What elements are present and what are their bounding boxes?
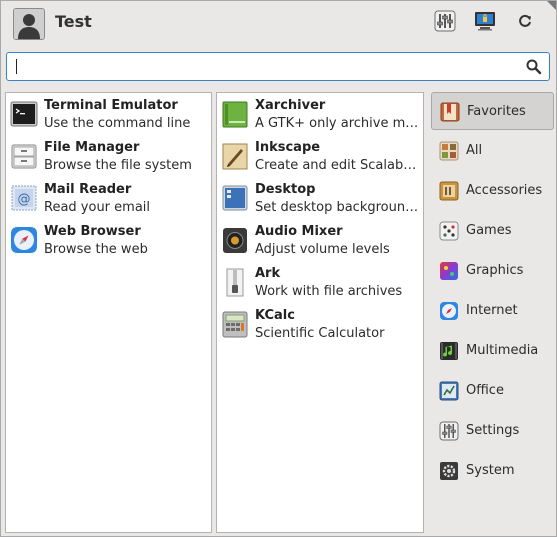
search-field[interactable] [6,52,550,81]
dice-icon [438,220,460,242]
sliders-icon [438,420,460,442]
menu-header: Test [1,1,556,47]
list-item[interactable]: Desktop Set desktop background and menu [217,179,423,219]
desktop-icon [220,183,250,213]
category-games[interactable]: Games [431,212,554,250]
list-item[interactable]: Inkscape Create and edit Scalable Vector… [217,137,423,177]
app-name: Terminal Emulator [44,98,178,113]
power-refresh-icon [517,13,533,33]
app-description: Work with file archives [255,284,403,299]
app-name: KCalc [255,308,295,323]
list-item[interactable]: Web Browser Browse the web [6,221,211,261]
category-label: Internet [466,303,518,318]
app-description: Use the command line [44,116,191,131]
app-description: Adjust volume levels [255,242,390,257]
terminal-icon [9,99,39,129]
category-favorites[interactable]: Favorites [431,92,554,130]
speaker-icon [220,225,250,255]
category-label: Multimedia [466,343,539,358]
list-item[interactable]: @ Mail Reader Read your email [6,179,211,219]
list-item[interactable]: File Manager Browse the file system [6,137,211,177]
accessories-icon [438,180,460,202]
avatar[interactable] [13,8,45,40]
category-office[interactable]: Office [431,372,554,410]
app-name: Inkscape [255,140,321,155]
settings-manager-button[interactable] [433,10,457,36]
system-gear-icon [438,460,460,482]
compass-icon [9,225,39,255]
category-label: Accessories [466,183,543,198]
log-out-button[interactable] [513,11,537,35]
app-name: Ark [255,266,281,281]
search-input[interactable] [14,56,519,77]
whisker-menu: Test Terminal Emulator Use the command l… [0,0,557,537]
list-item[interactable]: KCalc Scientific Calculator [217,305,423,345]
text-cursor [16,59,17,74]
app-name: Mail Reader [44,182,132,197]
inkscape-pen-icon [220,141,250,171]
list-item[interactable]: Terminal Emulator Use the command line [6,95,211,135]
green-archive-icon [220,99,250,129]
search-icon[interactable] [525,58,543,76]
monitor-lock-icon [474,10,496,36]
app-name: Xarchiver [255,98,326,113]
app-description: A GTK+ only archive manager [255,116,419,131]
globe-icon [438,300,460,322]
list-item[interactable]: Xarchiver A GTK+ only archive manager [217,95,423,135]
category-label: Settings [466,423,520,438]
office-icon [438,380,460,402]
category-graphics[interactable]: Graphics [431,252,554,290]
settings-sliders-icon [434,10,456,36]
all-apps-icon [438,140,460,162]
app-description: Set desktop background and menu [255,200,419,215]
app-name: Web Browser [44,224,141,239]
category-internet[interactable]: Internet [431,292,554,330]
app-description: Read your email [44,200,151,215]
category-label: System [466,463,515,478]
recent-list: Xarchiver A GTK+ only archive manager In… [216,92,424,533]
app-description: Browse the web [44,242,148,257]
app-description: Browse the file system [44,158,192,173]
category-label: All [466,143,483,158]
list-item[interactable]: Ark Work with file archives [217,263,423,303]
app-name: Audio Mixer [255,224,343,239]
app-name: File Manager [44,140,140,155]
user-name: Test [55,12,92,31]
list-item[interactable]: Audio Mixer Adjust volume levels [217,221,423,261]
app-description: Scientific Calculator [255,326,385,341]
file-cabinet-icon [9,141,39,171]
bookmark-icon [439,101,461,123]
category-settings[interactable]: Settings [431,412,554,450]
calculator-icon [220,309,250,339]
lock-screen-button[interactable] [473,11,497,35]
svg-text:@: @ [18,192,31,207]
music-note-icon [438,340,460,362]
category-label: Favorites [467,104,526,119]
category-accessories[interactable]: Accessories [431,172,554,210]
favorites-list: Terminal Emulator Use the command line F… [5,92,212,533]
palette-icon [438,260,460,282]
category-label: Graphics [466,263,524,278]
category-label: Office [466,383,504,398]
app-name: Desktop [255,182,316,197]
category-multimedia[interactable]: Multimedia [431,332,554,370]
category-all[interactable]: All [431,132,554,170]
category-system[interactable]: System [431,452,554,490]
app-description: Create and edit Scalable Vector Graphics [255,158,419,173]
zipper-icon [220,267,250,297]
mail-stamp-icon: @ [9,183,39,213]
category-label: Games [466,223,512,238]
